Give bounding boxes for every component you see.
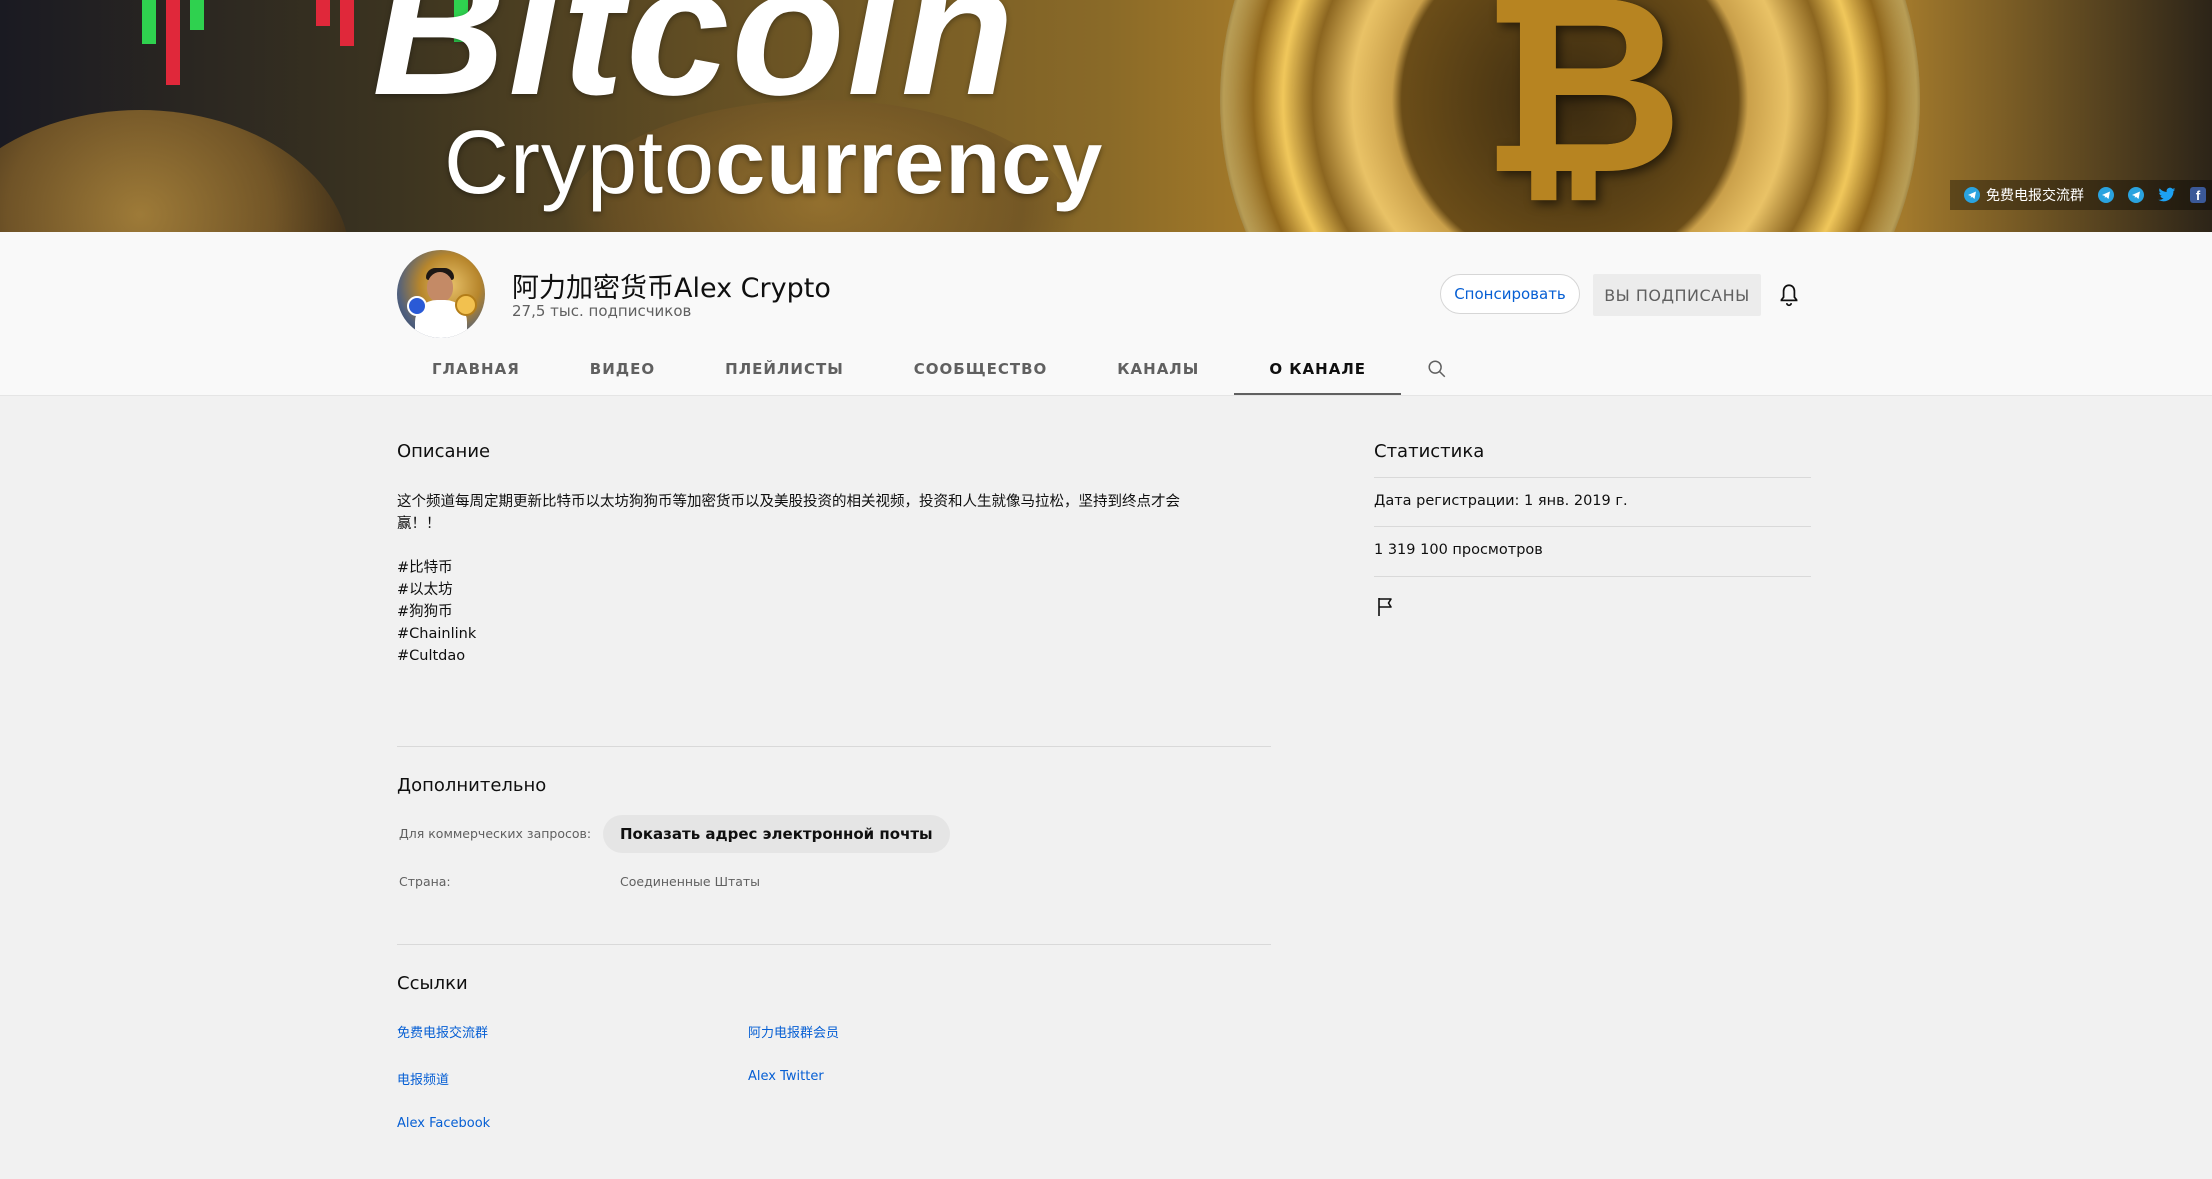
banner-link-telegram-group[interactable]: 免费电报交流群 xyxy=(1964,185,2084,205)
link-telegram-membership[interactable]: 阿力电报群会员 xyxy=(748,1022,839,1041)
report-flag-icon[interactable] xyxy=(1374,595,1398,619)
chart-candle xyxy=(340,0,354,46)
link-twitter[interactable]: Alex Twitter xyxy=(748,1069,824,1084)
facebook-icon[interactable]: f xyxy=(2190,187,2206,203)
tab-videos[interactable]: ВИДЕО xyxy=(555,342,690,396)
stats-heading: Статистика xyxy=(1374,441,1485,462)
avatar-coin xyxy=(455,294,477,316)
banner-link-label: 免费电报交流群 xyxy=(1986,188,2084,204)
avatar-chainlink-badge xyxy=(407,296,427,316)
chart-candle xyxy=(166,0,180,85)
banner-coin-left xyxy=(0,110,350,232)
join-date: Дата регистрации: 1 янв. 2019 г. xyxy=(1374,493,1628,509)
channel-banner: ₿ Bitcoin Cryptocurrency 免费电报交流群 f xyxy=(0,0,2212,232)
country-value: Соединенные Штаты xyxy=(620,874,761,889)
subscribed-button[interactable]: ВЫ ПОДПИСАНЫ xyxy=(1593,274,1761,316)
stats-divider xyxy=(1374,526,1811,527)
tab-about[interactable]: О КАНАЛЕ xyxy=(1234,342,1402,396)
tab-channels[interactable]: КАНАЛЫ xyxy=(1082,342,1234,396)
tab-community[interactable]: СООБЩЕСТВО xyxy=(879,342,1083,396)
section-divider xyxy=(397,944,1271,945)
telegram-icon[interactable] xyxy=(2128,187,2144,203)
total-views: 1 319 100 просмотров xyxy=(1374,542,1543,558)
chart-candle xyxy=(190,0,204,30)
banner-title: Bitcoin xyxy=(372,0,1017,134)
banner-links: 免费电报交流群 f xyxy=(1950,180,2212,210)
avatar-face xyxy=(427,272,453,302)
channel-description: 这个频道每周定期更新比特币以太坊狗狗币等加密货币以及美股投资的相关视频，投资和人… xyxy=(397,494,1180,664)
stats-divider xyxy=(1374,576,1811,577)
show-email-button[interactable]: Показать адрес электронной почты xyxy=(603,815,950,853)
country-label: Страна: xyxy=(399,874,451,889)
channel-search-button[interactable] xyxy=(1401,342,1473,396)
channel-header: 阿力加密货币Alex Crypto 27,5 тыс. подписчиков … xyxy=(0,232,2212,396)
chart-candle xyxy=(142,0,156,44)
notification-bell-icon[interactable] xyxy=(1776,282,1802,308)
link-telegram-channel[interactable]: 电报频道 xyxy=(397,1069,449,1088)
channel-tabs: ГЛАВНАЯ ВИДЕО ПЛЕЙЛИСТЫ СООБЩЕСТВО КАНАЛ… xyxy=(397,342,1473,396)
tab-home[interactable]: ГЛАВНАЯ xyxy=(397,342,555,396)
chart-candle xyxy=(316,0,330,26)
links-heading: Ссылки xyxy=(397,973,468,994)
details-heading: Дополнительно xyxy=(397,775,547,796)
twitter-icon[interactable] xyxy=(2158,187,2176,203)
banner-subtitle: Cryptocurrency xyxy=(444,118,1103,208)
telegram-icon xyxy=(1964,187,1980,203)
subscriber-count: 27,5 тыс. подписчиков xyxy=(512,302,692,320)
banner-subtitle-light: Crypto xyxy=(444,113,716,213)
channel-avatar[interactable] xyxy=(397,250,485,338)
bitcoin-symbol-icon: ₿ xyxy=(1480,0,1684,230)
link-facebook[interactable]: Alex Facebook xyxy=(397,1116,490,1131)
description-heading: Описание xyxy=(397,441,491,462)
telegram-icon[interactable] xyxy=(2098,187,2114,203)
search-icon xyxy=(1428,360,1446,378)
business-inquiries-label: Для коммерческих запросов: xyxy=(399,826,592,841)
link-telegram-group[interactable]: 免费电报交流群 xyxy=(397,1022,488,1041)
stats-divider xyxy=(1374,477,1811,478)
banner-subtitle-bold: currency xyxy=(715,113,1104,213)
tab-playlists[interactable]: ПЛЕЙЛИСТЫ xyxy=(690,342,879,396)
sponsor-button[interactable]: Спонсировать xyxy=(1440,274,1580,314)
section-divider xyxy=(397,746,1271,747)
header-divider xyxy=(0,395,2212,396)
channel-name: 阿力加密货币Alex Crypto xyxy=(512,273,831,304)
